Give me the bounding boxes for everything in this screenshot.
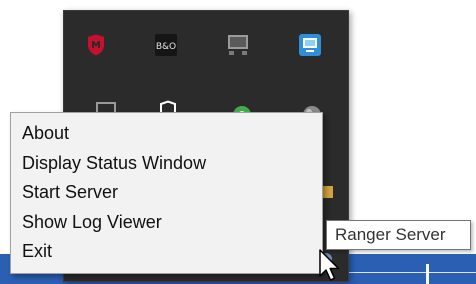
remote-desktop-icon[interactable] — [298, 33, 322, 57]
menu-item-about[interactable]: About — [11, 119, 322, 149]
desktop: B&O About Display Status Window Start Se… — [0, 0, 476, 284]
taskbar-divider — [340, 272, 476, 273]
mouse-cursor-icon — [319, 249, 340, 281]
mcafee-shield-icon[interactable] — [84, 33, 108, 57]
menu-item-show-log-viewer[interactable]: Show Log Viewer — [11, 208, 322, 238]
taskbar-marker — [426, 264, 429, 284]
menu-item-exit[interactable]: Exit — [11, 237, 322, 267]
network-computer-icon[interactable] — [226, 33, 250, 57]
tooltip: Ranger Server — [326, 220, 471, 250]
menu-item-display-status-window[interactable]: Display Status Window — [11, 149, 322, 179]
svg-text:B&O: B&O — [156, 42, 176, 52]
bang-olufsen-icon[interactable]: B&O — [154, 33, 178, 57]
menu-item-start-server[interactable]: Start Server — [11, 178, 322, 208]
context-menu: About Display Status Window Start Server… — [10, 112, 323, 274]
